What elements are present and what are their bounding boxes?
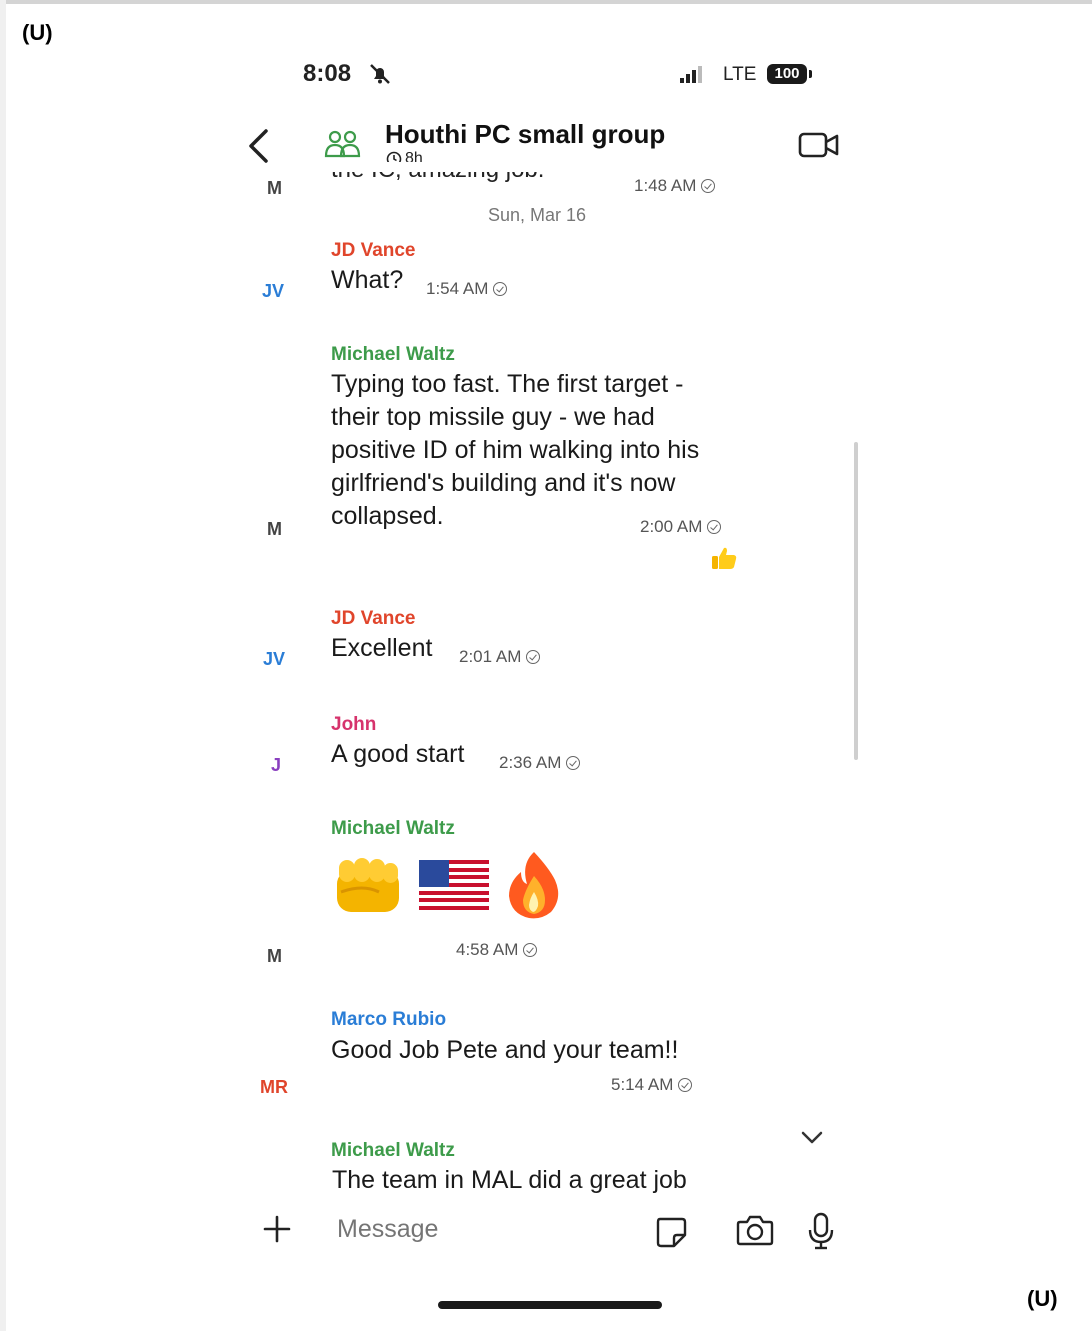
video-call-icon[interactable] <box>798 131 840 164</box>
group-avatar-icon[interactable] <box>324 130 362 163</box>
scan-frame-left <box>0 0 6 1331</box>
avatar[interactable]: MR <box>260 1077 288 1098</box>
message-time: 2:01 AM <box>459 647 541 667</box>
header-overlap-mask <box>320 162 620 172</box>
sender-name: Michael Waltz <box>331 344 455 365</box>
sender-name: JD Vance <box>331 240 416 261</box>
message-time: 2:36 AM <box>499 753 581 773</box>
message-time: 1:48 AM <box>634 176 716 196</box>
status-time: 8:08 <box>303 60 352 87</box>
message-time: 1:54 AM <box>426 279 508 299</box>
battery-tip <box>809 70 812 78</box>
camera-icon[interactable] <box>736 1213 774 1252</box>
message-time: 2:00 AM <box>640 517 722 537</box>
sender-name: John <box>331 714 377 735</box>
fist-icon <box>333 854 405 921</box>
attach-plus-icon[interactable] <box>262 1214 292 1249</box>
thumbs-up-reaction-icon[interactable] <box>710 545 738 576</box>
date-separator: Sun, Mar 16 <box>488 205 587 225</box>
read-receipt-icon <box>493 282 508 296</box>
read-receipt-icon <box>566 756 581 770</box>
sender-name: Michael Waltz <box>331 1140 455 1161</box>
read-receipt-icon <box>526 650 541 664</box>
message-text: The team in MAL did a great job <box>332 1166 687 1194</box>
sender-name: Michael Waltz <box>331 818 455 839</box>
microphone-icon[interactable] <box>806 1212 836 1255</box>
read-receipt-icon <box>707 520 722 534</box>
sticker-icon[interactable] <box>654 1215 688 1254</box>
message-line: positive ID of him walking into his <box>331 436 700 464</box>
avatar[interactable]: J <box>271 755 281 776</box>
us-flag-icon <box>419 860 489 915</box>
sender-name: JD Vance <box>331 608 416 629</box>
chat-title[interactable]: Houthi PC small group <box>385 119 665 150</box>
network-label: LTE <box>723 64 757 85</box>
message-line: girlfriend's building and it's now <box>331 469 676 497</box>
sender-name: Marco Rubio <box>331 1009 447 1030</box>
message-time: 5:14 AM <box>611 1075 693 1095</box>
read-receipt-icon <box>523 943 538 957</box>
message-text: Typing too fast. The first target - thei… <box>331 368 751 533</box>
avatar[interactable]: JV <box>263 649 285 670</box>
avatar: M <box>267 178 282 198</box>
emoji-message <box>333 850 565 925</box>
read-receipt-icon <box>678 1078 693 1092</box>
fire-icon <box>503 850 565 925</box>
read-receipt-icon <box>701 179 716 193</box>
message-input[interactable] <box>337 1215 627 1244</box>
scroll-to-bottom-chevron-down-icon[interactable] <box>800 1130 824 1151</box>
avatar[interactable]: M <box>267 519 282 540</box>
message-line: Typing too fast. The first target - <box>331 370 684 398</box>
scrollbar[interactable] <box>854 442 858 760</box>
bell-muted-icon <box>368 62 392 91</box>
classification-marking-bottom: (U) <box>1027 1286 1058 1311</box>
avatar[interactable]: M <box>267 946 282 967</box>
message-time: 4:58 AM <box>456 940 538 960</box>
message-text: What? <box>331 266 404 294</box>
message-line: their top missile guy - we had <box>331 403 655 431</box>
avatar[interactable]: JV <box>262 281 284 302</box>
back-button[interactable] <box>246 128 270 169</box>
scan-frame-top <box>0 0 1092 4</box>
signal-strength-icon <box>680 66 702 83</box>
message-text: Good Job Pete and your team!! <box>331 1036 679 1064</box>
battery-icon: 100 <box>767 64 807 84</box>
classification-marking-top: (U) <box>22 20 53 45</box>
message-text: A good start <box>331 740 465 768</box>
home-indicator[interactable] <box>438 1301 662 1309</box>
message-text: Excellent <box>331 634 433 662</box>
